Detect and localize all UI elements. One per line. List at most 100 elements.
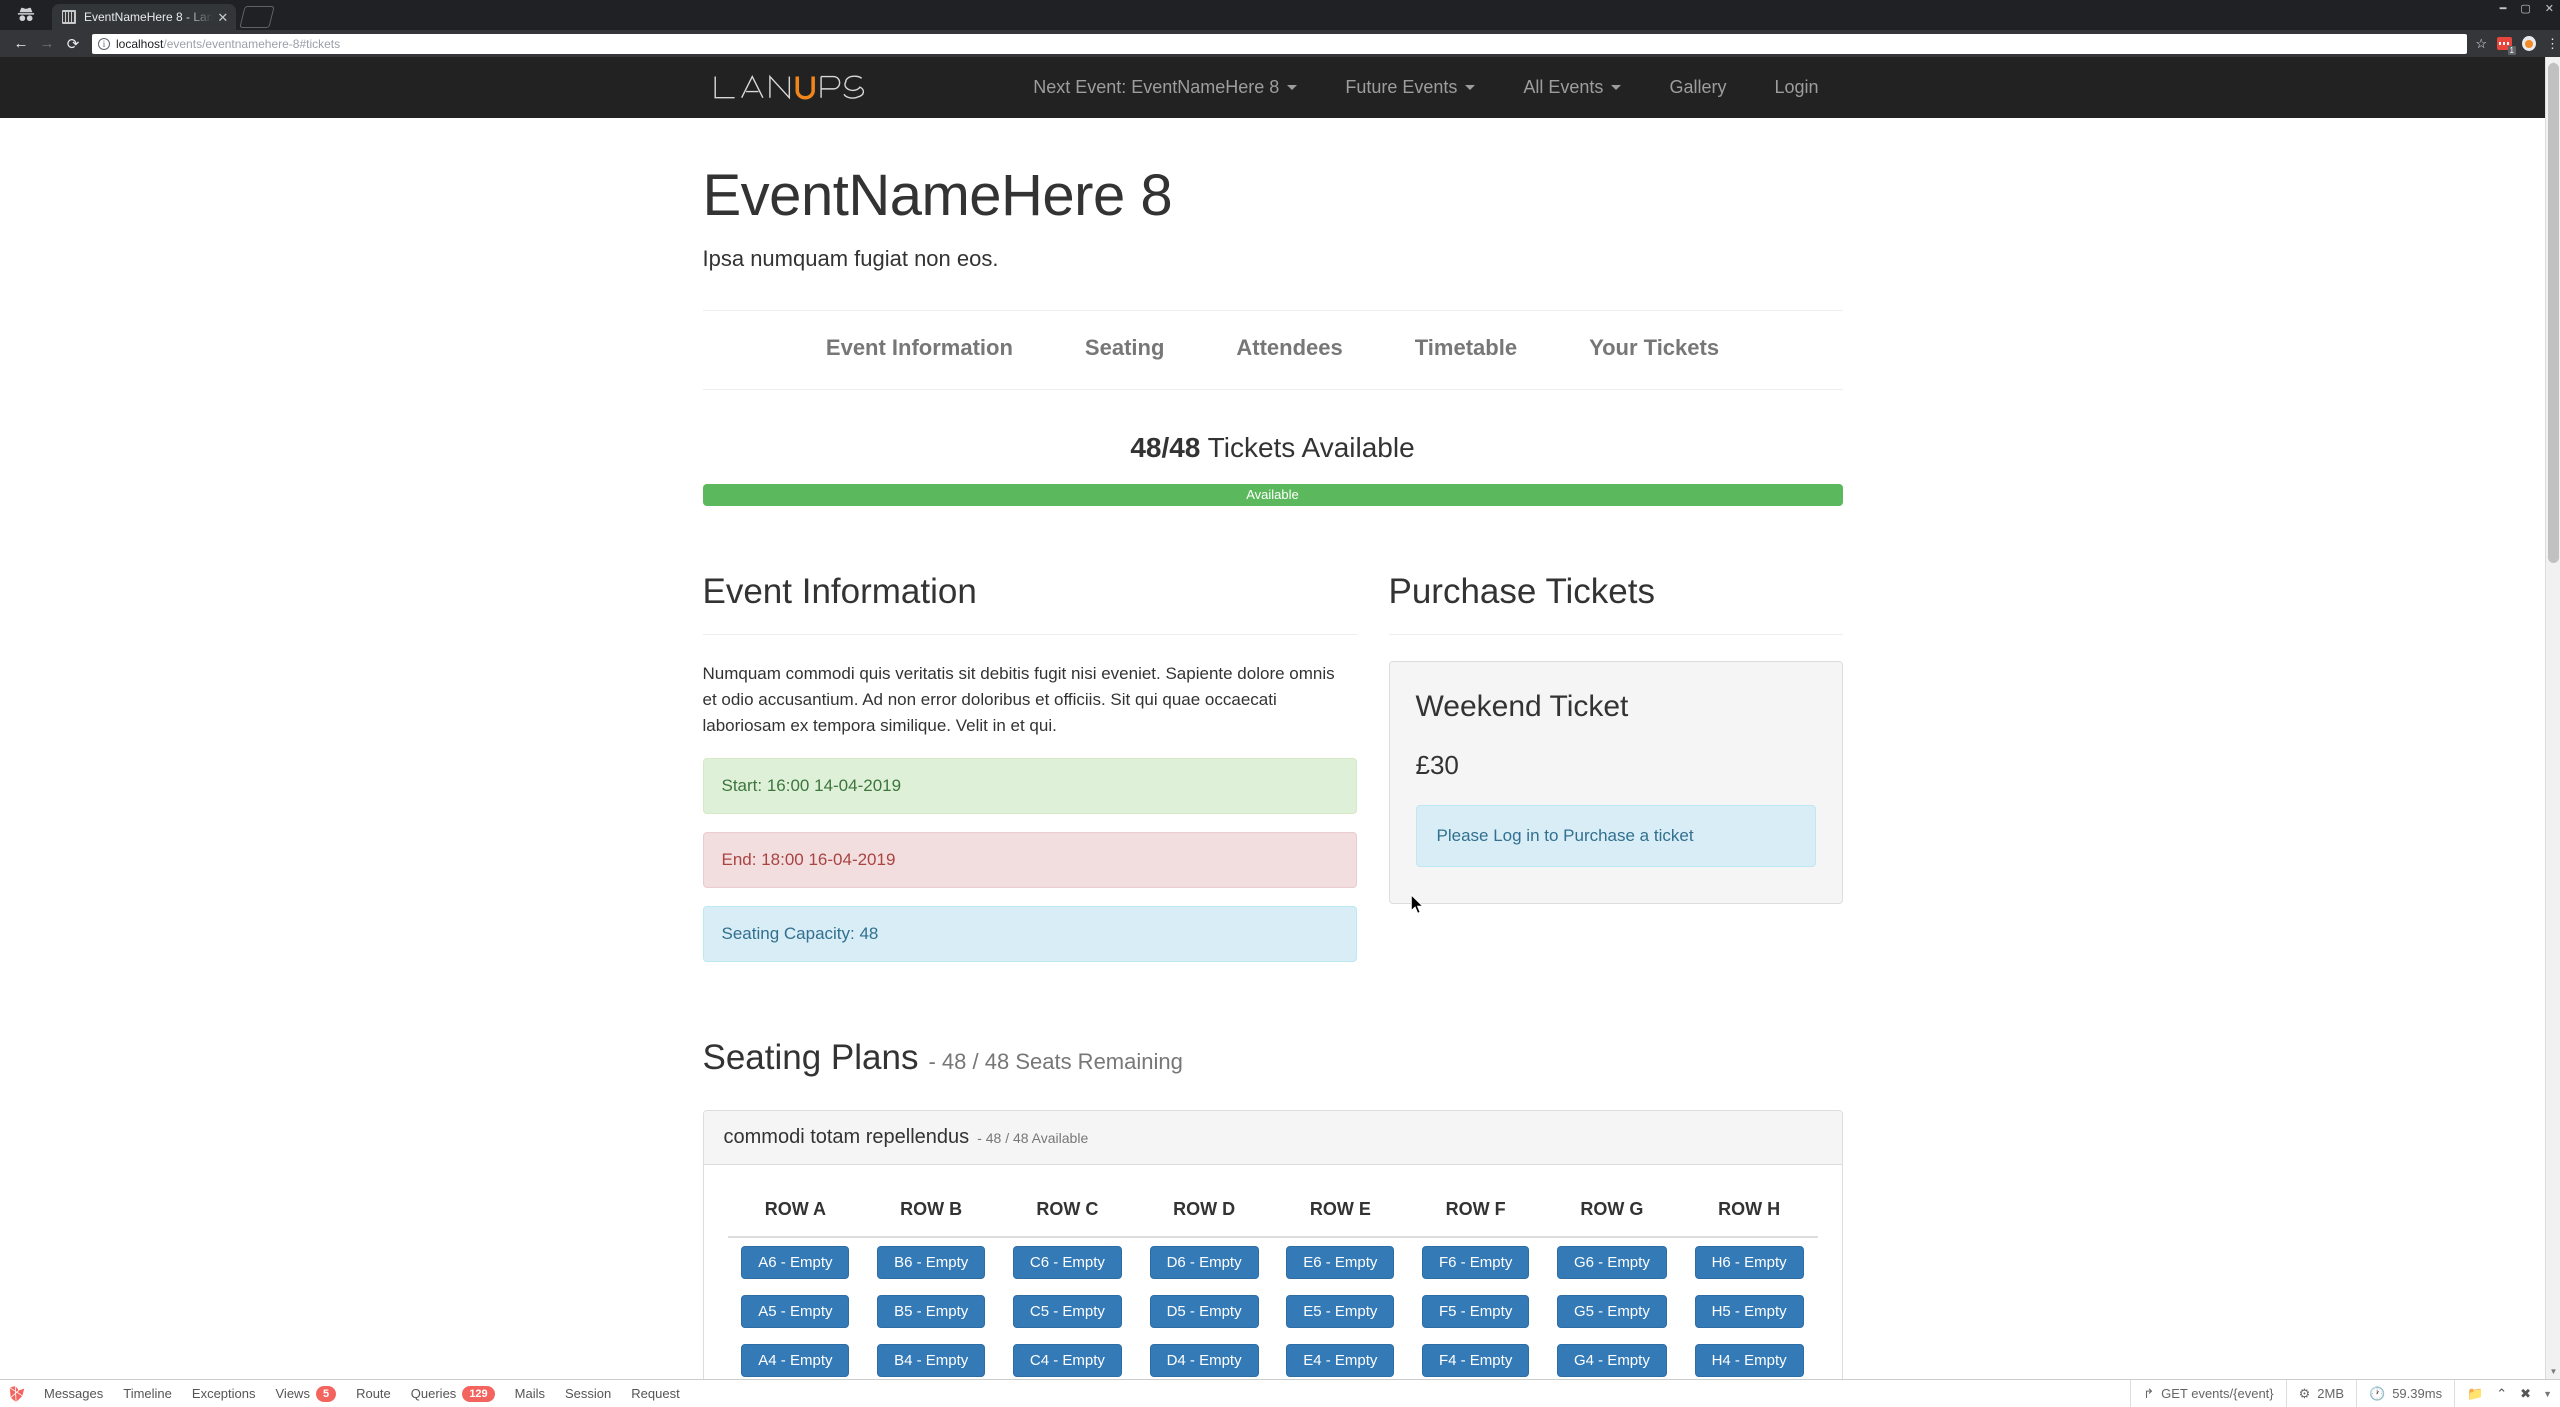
- seat-button[interactable]: G5 - Empty: [1557, 1295, 1667, 1328]
- debug-tab-messages[interactable]: Messages: [34, 1380, 113, 1407]
- bookmark-star-icon[interactable]: ☆: [2475, 36, 2487, 52]
- seat-button[interactable]: A5 - Empty: [741, 1295, 849, 1328]
- seat-button[interactable]: G4 - Empty: [1557, 1344, 1667, 1377]
- seat-row: A5 - Empty B5 - Empty C5 - Empty D5 - Em…: [728, 1287, 1818, 1336]
- tab-your-tickets[interactable]: Your Tickets: [1553, 335, 1755, 361]
- nav-login[interactable]: Login: [1750, 57, 1842, 118]
- maximize-icon[interactable]: ▢: [2520, 2, 2530, 15]
- seating-plan-body: ROW A ROW B ROW C ROW D ROW E ROW F ROW …: [704, 1165, 1842, 1379]
- nav-all-events[interactable]: All Events: [1499, 57, 1645, 118]
- debug-tab-route[interactable]: Route: [346, 1380, 401, 1407]
- seat-button[interactable]: B4 - Empty: [877, 1344, 985, 1377]
- seat-button[interactable]: B6 - Empty: [877, 1246, 985, 1279]
- tab-timetable[interactable]: Timetable: [1379, 335, 1553, 361]
- divider: [703, 389, 1843, 390]
- seat-button[interactable]: E5 - Empty: [1286, 1295, 1394, 1328]
- seat-button[interactable]: H5 - Empty: [1695, 1295, 1804, 1328]
- section-tabs: Event Information Seating Attendees Time…: [703, 311, 1843, 361]
- close-icon[interactable]: ✖: [2520, 1386, 2531, 1402]
- seat-col-header: ROW H: [1681, 1187, 1818, 1237]
- divider: [1389, 634, 1843, 635]
- seat-button[interactable]: D6 - Empty: [1150, 1246, 1259, 1279]
- minimize-icon[interactable]: ━: [2500, 2, 2507, 15]
- seat-button[interactable]: E4 - Empty: [1286, 1344, 1394, 1377]
- scrollbar-thumb[interactable]: [2548, 63, 2559, 563]
- chevron-up-icon[interactable]: ⌃: [2496, 1386, 2507, 1402]
- address-bar[interactable]: i localhost/events/eventnamehere-8#ticke…: [92, 34, 2467, 54]
- seat-cell: E5 - Empty: [1272, 1287, 1408, 1336]
- tab-seating[interactable]: Seating: [1049, 335, 1200, 361]
- seat-button[interactable]: E6 - Empty: [1286, 1246, 1394, 1279]
- incognito-icon: [0, 0, 52, 30]
- seat-col-header: ROW C: [999, 1187, 1136, 1237]
- window-close-icon[interactable]: ✕: [2545, 2, 2554, 15]
- extension-icon[interactable]: 1: [2497, 37, 2512, 50]
- seat-cell: H5 - Empty: [1681, 1287, 1818, 1336]
- seat-button[interactable]: H4 - Empty: [1695, 1344, 1804, 1377]
- page-info-icon[interactable]: i: [98, 38, 110, 50]
- debugbar-caret-icon[interactable]: ▼: [2543, 1389, 2556, 1399]
- chrome-menu-icon[interactable]: ⋮: [2546, 42, 2550, 46]
- event-description: Numquam commodi quis veritatis sit debit…: [703, 661, 1353, 740]
- browser-tab[interactable]: EventNameHere 8 - Lan ✕: [52, 4, 236, 30]
- nav-future-events[interactable]: Future Events: [1321, 57, 1499, 118]
- debug-tab-queries[interactable]: Queries129: [401, 1380, 505, 1407]
- page-container: EventNameHere 8 Ipsa numquam fugiat non …: [703, 118, 1843, 1379]
- seat-button[interactable]: D4 - Empty: [1150, 1344, 1259, 1377]
- scroll-down-icon[interactable]: ▼: [2546, 1364, 2560, 1379]
- seat-button[interactable]: C5 - Empty: [1013, 1295, 1122, 1328]
- seating-plans-header: Seating Plans - 48 / 48 Seats Remaining: [703, 1038, 1843, 1078]
- purchase-tickets-title: Purchase Tickets: [1389, 572, 1843, 612]
- tickets-count: 48/48: [1130, 432, 1200, 463]
- seat-button[interactable]: D5 - Empty: [1150, 1295, 1259, 1328]
- reload-icon[interactable]: ⟳: [60, 32, 86, 56]
- debug-route-cell[interactable]: ↱ GET events/{event}: [2130, 1380, 2285, 1407]
- route-arrow-icon: ↱: [2143, 1386, 2154, 1402]
- profile-avatar-icon[interactable]: [2522, 36, 2536, 51]
- seat-col-header: ROW E: [1272, 1187, 1408, 1237]
- new-tab-button[interactable]: [240, 6, 275, 28]
- debug-tab-session[interactable]: Session: [555, 1380, 621, 1407]
- seat-cell: G4 - Empty: [1543, 1336, 1681, 1379]
- seat-button[interactable]: H6 - Empty: [1695, 1246, 1804, 1279]
- gears-icon: ⚙: [2299, 1386, 2311, 1402]
- seating-plan-name: commodi totam repellendus: [724, 1126, 970, 1149]
- seat-cell: C6 - Empty: [999, 1237, 1136, 1287]
- seat-button[interactable]: F4 - Empty: [1422, 1344, 1529, 1377]
- page-scrollbar[interactable]: ▲ ▼: [2545, 57, 2560, 1379]
- seat-button[interactable]: F6 - Empty: [1422, 1246, 1529, 1279]
- nav-next-event[interactable]: Next Event: EventNameHere 8: [1009, 57, 1321, 118]
- debug-tab-timeline[interactable]: Timeline: [113, 1380, 182, 1407]
- lanops-logo[interactable]: [703, 57, 888, 118]
- seat-button[interactable]: A4 - Empty: [741, 1344, 849, 1377]
- debug-tab-mails[interactable]: Mails: [505, 1380, 555, 1407]
- event-capacity-alert: Seating Capacity: 48: [703, 906, 1357, 962]
- seat-button[interactable]: C6 - Empty: [1013, 1246, 1122, 1279]
- tab-attendees[interactable]: Attendees: [1200, 335, 1378, 361]
- event-end-alert: End: 18:00 16-04-2019: [703, 832, 1357, 888]
- seat-button[interactable]: G6 - Empty: [1557, 1246, 1667, 1279]
- debug-tab-request[interactable]: Request: [621, 1380, 689, 1407]
- content-columns: Event Information Numquam commodi quis v…: [703, 572, 1843, 962]
- seat-button[interactable]: A6 - Empty: [741, 1246, 849, 1279]
- folder-icon[interactable]: 📁: [2467, 1386, 2483, 1402]
- navbar-links: Next Event: EventNameHere 8 Future Event…: [1009, 57, 1842, 118]
- seat-button[interactable]: C4 - Empty: [1013, 1344, 1122, 1377]
- site-navbar: Next Event: EventNameHere 8 Future Event…: [0, 57, 2545, 118]
- debug-tab-views[interactable]: Views5: [266, 1380, 347, 1407]
- tab-title: EventNameHere 8 - Lan: [84, 10, 213, 24]
- seat-cell: H6 - Empty: [1681, 1237, 1818, 1287]
- tab-favicon-icon: [62, 10, 76, 24]
- nav-gallery[interactable]: Gallery: [1645, 57, 1750, 118]
- debug-tab-exceptions[interactable]: Exceptions: [182, 1380, 266, 1407]
- debug-route-value: GET events/{event}: [2161, 1386, 2274, 1401]
- tab-close-icon[interactable]: ✕: [217, 11, 228, 24]
- seat-button[interactable]: B5 - Empty: [877, 1295, 985, 1328]
- seat-cell: G6 - Empty: [1543, 1237, 1681, 1287]
- seating-plan-available: - 48 / 48 Available: [977, 1130, 1088, 1146]
- seat-button[interactable]: F5 - Empty: [1422, 1295, 1529, 1328]
- nav-future-events-label: Future Events: [1345, 57, 1457, 118]
- laravel-debugbar: Messages Timeline Exceptions Views5 Rout…: [0, 1379, 2560, 1407]
- back-icon[interactable]: ←: [8, 32, 34, 56]
- tab-event-information[interactable]: Event Information: [790, 335, 1049, 361]
